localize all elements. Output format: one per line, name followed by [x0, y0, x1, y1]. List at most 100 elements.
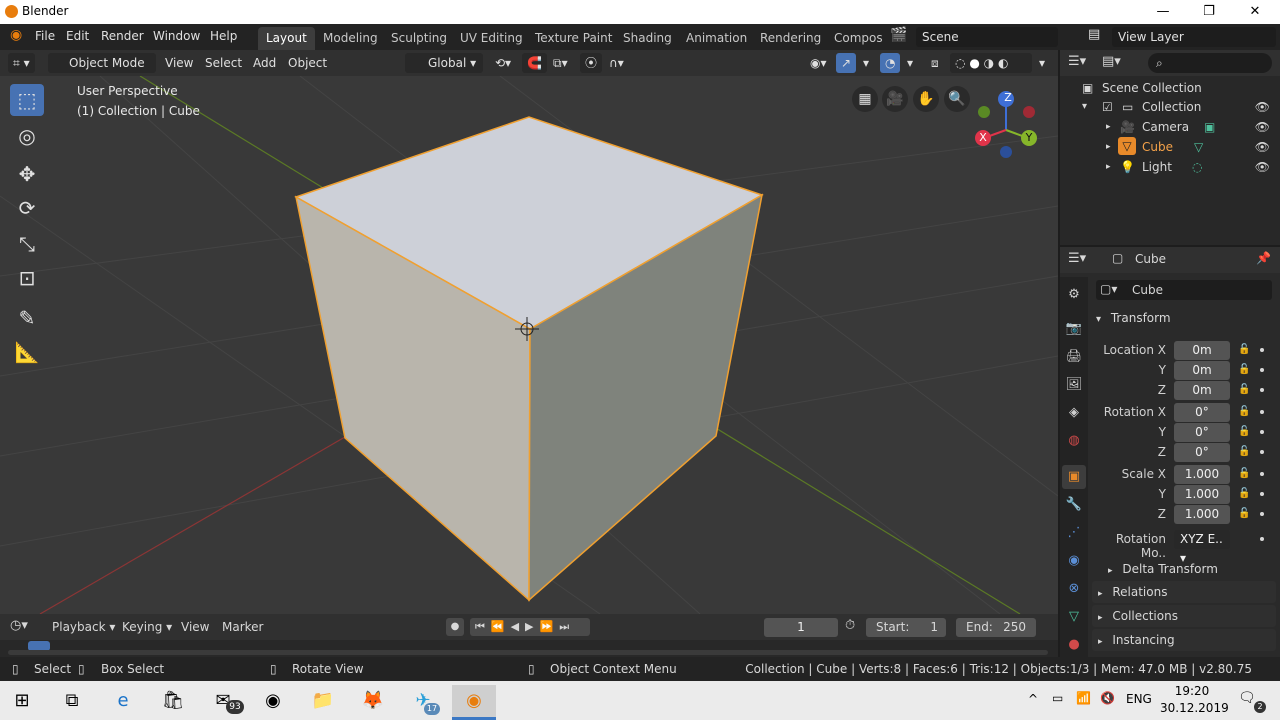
lock-icon[interactable]: 🔓 — [1238, 384, 1250, 396]
cursor-tool-icon[interactable]: ◎ — [10, 120, 44, 152]
constraints-tab-icon[interactable]: ⊗ — [1062, 577, 1086, 601]
tab-animation[interactable]: Animation — [678, 27, 755, 50]
transform-orientation-dropdown[interactable]: Global ▾ — [405, 53, 483, 73]
lock-icon[interactable]: 🔓 — [1238, 446, 1250, 458]
rotation-y-field[interactable]: 0° — [1174, 423, 1230, 442]
menu-timeline-view[interactable]: View — [181, 620, 209, 634]
rotation-x-field[interactable]: 0° — [1174, 403, 1230, 422]
eye-icon[interactable]: 👁 — [1255, 157, 1270, 177]
menu-add[interactable]: Add — [248, 53, 281, 73]
restore-button[interactable]: ❐ — [1186, 2, 1232, 22]
expand-down-icon[interactable]: ▾ — [1082, 97, 1087, 117]
lock-icon[interactable]: 🔓 — [1238, 468, 1250, 480]
pivot-icon[interactable]: ⟲▾ — [490, 53, 516, 73]
location-y-field[interactable]: 0m — [1174, 361, 1230, 380]
shading-dropdown-icon[interactable]: ▾ — [1034, 53, 1050, 73]
scene-tab-icon[interactable]: ◈ — [1062, 401, 1086, 425]
display-mode-icon[interactable]: ▤▾ — [1102, 54, 1121, 69]
3d-viewport[interactable]: User Perspective (1) Collection | Cube Z… — [0, 76, 1058, 614]
keyframe-dot-icon[interactable] — [1260, 410, 1264, 414]
menu-keying[interactable]: Keying ▾ — [122, 620, 172, 634]
language-indicator[interactable]: ENG — [1126, 692, 1152, 706]
store-icon[interactable]: 🛍 — [157, 685, 189, 717]
menu-marker[interactable]: Marker — [222, 620, 263, 634]
data-tab-icon[interactable]: ▽ — [1062, 605, 1086, 629]
timeline-editor-type-icon[interactable]: ◷▾ — [10, 618, 28, 633]
tab-compositing[interactable]: Compos — [826, 27, 891, 50]
eye-icon[interactable]: 👁 — [1255, 97, 1270, 117]
transform-tool-icon[interactable]: ⊡ — [10, 262, 44, 294]
tab-modeling[interactable]: Modeling — [315, 27, 386, 50]
transform-panel-header[interactable]: ▾ Transform — [1096, 311, 1171, 325]
scene-field[interactable]: Scene — [916, 27, 1058, 47]
gizmo-toggle-icon[interactable]: ↗ — [836, 53, 857, 73]
outliner-item-camera[interactable]: ▸ 🎥 Camera ▣ 👁 — [1060, 117, 1280, 137]
eye-icon[interactable]: 👁 — [1255, 117, 1270, 137]
properties-editor-type-icon[interactable]: ☰▾ — [1068, 251, 1086, 266]
proportional-edit-icon[interactable]: ⦿ — [580, 53, 603, 73]
playback-controls[interactable]: ⏮⏪◀▶⏩⏭ — [470, 618, 590, 636]
menu-select[interactable]: Select — [200, 53, 247, 73]
end-frame-field[interactable]: End: 250 — [956, 618, 1036, 637]
checkbox-icon[interactable]: ☑ — [1102, 97, 1113, 117]
windows-start-icon[interactable]: ⊞ — [6, 685, 38, 717]
collections-panel-header[interactable]: ▸ Collections — [1092, 605, 1276, 627]
menu-window[interactable]: Window — [153, 29, 200, 43]
close-window-button[interactable]: ✕ — [1232, 2, 1278, 22]
editor-type-icon[interactable]: ⌗ ▾ — [8, 53, 35, 73]
clock-date[interactable]: 30.12.2019 — [1160, 701, 1229, 715]
tab-texture-paint[interactable]: Texture Paint — [527, 27, 620, 50]
outliner-scene-collection[interactable]: ▣ Scene Collection — [1060, 78, 1280, 98]
particles-tab-icon[interactable]: ⋰ — [1062, 521, 1086, 545]
camera-icon[interactable]: 🎥 — [882, 86, 908, 112]
solid-shading-icon[interactable]: ● — [969, 56, 979, 70]
object-name-field[interactable]: ▢▾ Cube — [1096, 280, 1272, 300]
task-view-icon[interactable]: ⧉ — [56, 685, 88, 717]
scale-y-field[interactable]: 1.000 — [1174, 485, 1230, 504]
notification-icon[interactable]: 🗨 — [1238, 690, 1256, 706]
measure-tool-icon[interactable]: 📐 — [10, 336, 44, 368]
object-tab-icon[interactable]: ▣ — [1062, 465, 1086, 489]
lock-icon[interactable]: 🔓 — [1238, 364, 1250, 376]
keyframe-dot-icon[interactable] — [1260, 512, 1264, 516]
physics-tab-icon[interactable]: ◉ — [1062, 549, 1086, 573]
location-z-field[interactable]: 0m — [1174, 381, 1230, 400]
menu-object[interactable]: Object — [283, 53, 332, 73]
tab-layout[interactable]: Layout — [258, 27, 315, 50]
keyframe-dot-icon[interactable] — [1260, 368, 1264, 372]
lock-icon[interactable]: 🔓 — [1238, 406, 1250, 418]
scene-selector-icon[interactable]: 🎬 — [890, 27, 907, 43]
snap-icon[interactable]: 🧲 — [522, 53, 547, 73]
lock-icon[interactable]: 🔓 — [1238, 426, 1250, 438]
keyframe-dot-icon[interactable] — [1260, 388, 1264, 392]
outliner-item-cube[interactable]: ▸ ▽ Cube ▽ 👁 — [1060, 137, 1280, 157]
eye-icon[interactable]: 👁 — [1255, 137, 1270, 157]
menu-render[interactable]: Render — [101, 29, 144, 43]
output-tab-icon[interactable]: 🖨 — [1062, 345, 1086, 369]
timeline-scrollbar[interactable] — [8, 650, 1048, 655]
cube-object[interactable] — [294, 116, 764, 602]
tab-sculpting[interactable]: Sculpting — [383, 27, 455, 50]
keyframe-dot-icon[interactable] — [1260, 450, 1264, 454]
minimize-button[interactable]: — — [1140, 2, 1186, 22]
battery-icon[interactable]: ▭ — [1052, 691, 1063, 705]
annotate-tool-icon[interactable]: ✎ — [10, 302, 44, 334]
file-explorer-icon[interactable]: 📁 — [307, 685, 339, 717]
object-mode-dropdown[interactable]: Object Mode ▾ — [48, 53, 156, 90]
view-layer-tab-icon[interactable]: 🖼 — [1062, 373, 1086, 397]
expand-right-icon[interactable]: ▸ — [1106, 157, 1111, 177]
pin-icon[interactable]: 📌 — [1256, 251, 1271, 265]
instancing-panel-header[interactable]: ▸ Instancing — [1092, 629, 1276, 651]
blender-menu-icon[interactable]: ◉ — [10, 27, 22, 43]
modifier-tab-icon[interactable]: 🔧 — [1062, 493, 1086, 517]
location-x-field[interactable]: 0m — [1174, 341, 1230, 360]
tab-rendering[interactable]: Rendering — [752, 27, 829, 50]
firefox-icon[interactable]: 🦊 — [357, 685, 389, 717]
view-layer-icon[interactable]: ▤ — [1088, 27, 1100, 42]
clock-time[interactable]: 19:20 — [1172, 684, 1212, 698]
lock-icon[interactable]: 🔓 — [1238, 508, 1250, 520]
outliner-editor-type-icon[interactable]: ☰▾ — [1068, 54, 1086, 69]
view-layer-field[interactable]: View Layer — [1112, 27, 1276, 47]
volume-muted-icon[interactable]: 🔇 — [1100, 691, 1115, 705]
overlay-toggle-icon[interactable]: ◔ — [880, 53, 901, 73]
